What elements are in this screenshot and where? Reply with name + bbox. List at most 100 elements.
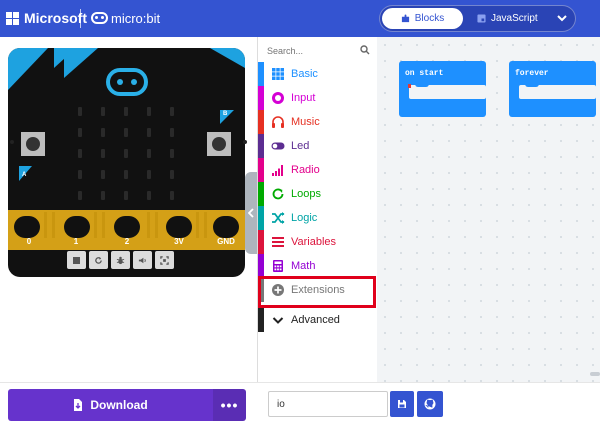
board-edge-dot-left: [10, 140, 14, 144]
microbit-logo-icon: [91, 12, 108, 24]
editor-menu-chevron[interactable]: [552, 8, 572, 29]
signal-icon: [272, 165, 283, 176]
category-radio[interactable]: Radio: [258, 158, 378, 182]
editor-toggle: Blocks JavaScript: [379, 5, 576, 32]
category-bar: [258, 206, 264, 230]
refresh-icon: [272, 188, 284, 200]
toolbox: Basic Input Music Led Radio Loops Logic …: [257, 37, 377, 382]
category-label: Radio: [291, 164, 320, 176]
stop-button[interactable]: [67, 251, 86, 269]
forever-block[interactable]: forever: [509, 61, 596, 117]
toggle-icon: [271, 142, 285, 150]
category-bar: [258, 110, 264, 134]
category-bar: [258, 62, 264, 86]
save-icon: [398, 400, 406, 408]
debug-icon: [116, 256, 125, 264]
github-button[interactable]: [417, 391, 443, 417]
category-advanced[interactable]: Advanced: [258, 308, 378, 332]
grid-icon: [272, 68, 284, 80]
button-b-label: B: [223, 111, 228, 117]
led-matrix: [78, 107, 174, 200]
download-label: Download: [90, 398, 148, 412]
category-bar: [258, 134, 264, 158]
category-input[interactable]: Input: [258, 86, 378, 110]
search-input[interactable]: [262, 42, 374, 60]
category-label: Led: [291, 140, 310, 152]
category-led[interactable]: Led: [258, 134, 378, 158]
save-button[interactable]: [390, 391, 414, 417]
blocks-workspace[interactable]: on start forever: [377, 37, 600, 382]
category-bar: [258, 158, 264, 182]
block-marker: [408, 84, 411, 88]
download-icon: [74, 399, 83, 411]
category-label: Variables: [291, 236, 337, 248]
toolbox-search: [262, 41, 374, 60]
collapse-simulator-button[interactable]: [245, 172, 257, 254]
category-label: Loops: [291, 188, 321, 200]
board-edge-dot-right: [243, 140, 247, 144]
block-slot: [519, 85, 596, 99]
headphones-icon: [272, 116, 284, 128]
restart-icon: [95, 256, 102, 264]
category-music[interactable]: Music: [258, 110, 378, 134]
download-button[interactable]: Download: [8, 389, 213, 421]
category-bar: [258, 254, 264, 278]
pin-0[interactable]: 0: [24, 237, 34, 246]
plus-circle-icon: [272, 284, 284, 296]
javascript-icon: [477, 14, 486, 23]
debug-button[interactable]: [111, 251, 130, 269]
simulator-controls: [67, 251, 174, 269]
pin-2[interactable]: 2: [122, 237, 132, 246]
workspace-scrollbar[interactable]: [590, 372, 600, 376]
stop-icon: [73, 256, 80, 264]
header-divider: [80, 9, 81, 28]
footer-bar: Download •••: [0, 382, 600, 422]
simulator-panel: A B 0 1 2 3V GND: [0, 37, 257, 382]
block-notch: [415, 82, 429, 87]
fullscreen-button[interactable]: [155, 251, 174, 269]
category-label: Math: [291, 260, 316, 272]
category-label: Music: [291, 116, 320, 128]
shuffle-icon: [272, 212, 285, 224]
category-bar: [258, 230, 264, 254]
tab-blocks-label: Blocks: [414, 13, 445, 24]
more-options-button[interactable]: •••: [213, 389, 246, 421]
button-a-label: A: [22, 172, 27, 178]
on-start-block[interactable]: on start: [399, 61, 486, 117]
fullscreen-icon: [160, 255, 169, 265]
pin-3v: 3V: [174, 237, 184, 246]
tab-javascript[interactable]: JavaScript: [477, 8, 547, 29]
category-logic[interactable]: Logic: [258, 206, 378, 230]
block-label: on start: [405, 69, 444, 78]
chevron-left-icon: [248, 208, 254, 218]
puzzle-icon: [401, 14, 409, 23]
chevron-down-icon: [272, 317, 284, 324]
restart-button[interactable]: [89, 251, 108, 269]
category-label: Input: [291, 92, 316, 104]
category-label: Extensions: [291, 284, 345, 296]
pin-1[interactable]: 1: [71, 237, 81, 246]
button-b[interactable]: [207, 110, 234, 156]
calculator-icon: [273, 260, 283, 272]
project-name-input[interactable]: [268, 391, 388, 417]
tab-blocks[interactable]: Blocks: [382, 8, 463, 29]
category-basic[interactable]: Basic: [258, 62, 378, 86]
category-math[interactable]: Math: [258, 254, 378, 278]
chevron-down-icon: [557, 15, 567, 22]
category-bar: [258, 86, 264, 110]
category-label: Logic: [291, 212, 318, 224]
mute-button[interactable]: [133, 251, 152, 269]
category-extensions[interactable]: Extensions: [258, 278, 378, 302]
microsoft-logo-icon: [6, 12, 19, 25]
mute-icon: [138, 257, 146, 263]
block-label: forever: [515, 69, 549, 78]
category-label: Basic: [291, 68, 318, 80]
microbit-board[interactable]: A B 0 1 2 3V GND: [8, 48, 245, 277]
search-icon: [360, 45, 370, 55]
target-icon: [272, 92, 284, 104]
category-label: Advanced: [291, 314, 340, 326]
category-loops[interactable]: Loops: [258, 182, 378, 206]
block-slot: [409, 85, 486, 99]
category-bar: [258, 308, 264, 332]
category-variables[interactable]: Variables: [258, 230, 378, 254]
